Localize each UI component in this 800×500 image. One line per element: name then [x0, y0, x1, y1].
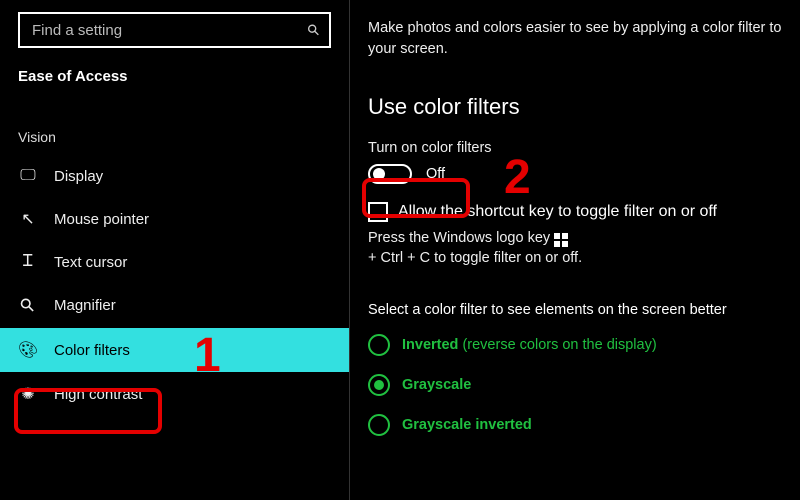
sidebar-item-display[interactable]: Display [0, 155, 349, 197]
shortcut-checkbox-label: Allow the shortcut key to toggle filter … [398, 203, 717, 221]
sidebar-item-label: High contrast [54, 386, 142, 403]
intro-text: Make photos and colors easier to see by … [368, 18, 782, 60]
hint-suffix: + Ctrl + C to toggle filter on or off. [368, 250, 582, 266]
radio-option-grayscale[interactable]: Grayscale [368, 374, 782, 396]
windows-logo-icon [554, 233, 568, 247]
radio-icon [368, 374, 390, 396]
magnifier-icon [18, 295, 38, 316]
shortcut-hint: Press the Windows logo key + Ctrl + C to… [368, 230, 782, 266]
toggle-knob [373, 168, 385, 180]
mouse-pointer-icon [18, 209, 38, 229]
sidebar-item-label: Magnifier [54, 297, 116, 314]
search-input[interactable] [32, 22, 272, 39]
heading-use-color-filters: Use color filters [368, 94, 782, 120]
group-vision: Vision [0, 105, 349, 155]
section-title: Ease of Access [0, 62, 349, 105]
radio-label: Grayscale inverted [402, 417, 532, 433]
radio-option-grayscale-inverted[interactable]: Grayscale inverted [368, 414, 782, 436]
sidebar-item-text-cursor[interactable]: Text cursor [0, 241, 349, 283]
toggle-state: Off [426, 166, 445, 182]
toggle-label: Turn on color filters [368, 140, 782, 156]
sidebar-item-high-contrast[interactable]: High contrast [0, 372, 349, 416]
palette-icon [18, 340, 38, 360]
radio-extra: (reverse colors on the display) [462, 337, 656, 353]
sidebar-item-label: Color filters [54, 342, 130, 359]
select-filter-label: Select a color filter to see elements on… [368, 302, 782, 318]
search-icon [303, 20, 324, 41]
text-cursor-icon [18, 253, 38, 271]
sidebar-item-mouse-pointer[interactable]: Mouse pointer [0, 197, 349, 241]
hint-prefix: Press the Windows logo key [368, 230, 550, 246]
sidebar-item-magnifier[interactable]: Magnifier [0, 283, 349, 328]
shortcut-checkbox[interactable] [368, 202, 388, 222]
high-contrast-icon [18, 384, 38, 404]
search-input-wrap[interactable] [18, 12, 331, 48]
radio-icon [368, 414, 390, 436]
radio-label: Inverted [402, 337, 458, 353]
radio-icon [368, 334, 390, 356]
sidebar-item-label: Mouse pointer [54, 211, 149, 228]
color-filters-toggle[interactable] [368, 164, 412, 184]
sidebar-item-color-filters[interactable]: Color filters [0, 328, 349, 372]
radio-option-inverted[interactable]: Inverted (reverse colors on the display) [368, 334, 782, 356]
sidebar-item-label: Text cursor [54, 254, 127, 271]
monitor-icon [18, 167, 38, 185]
sidebar-item-label: Display [54, 168, 103, 185]
radio-label: Grayscale [402, 377, 471, 393]
